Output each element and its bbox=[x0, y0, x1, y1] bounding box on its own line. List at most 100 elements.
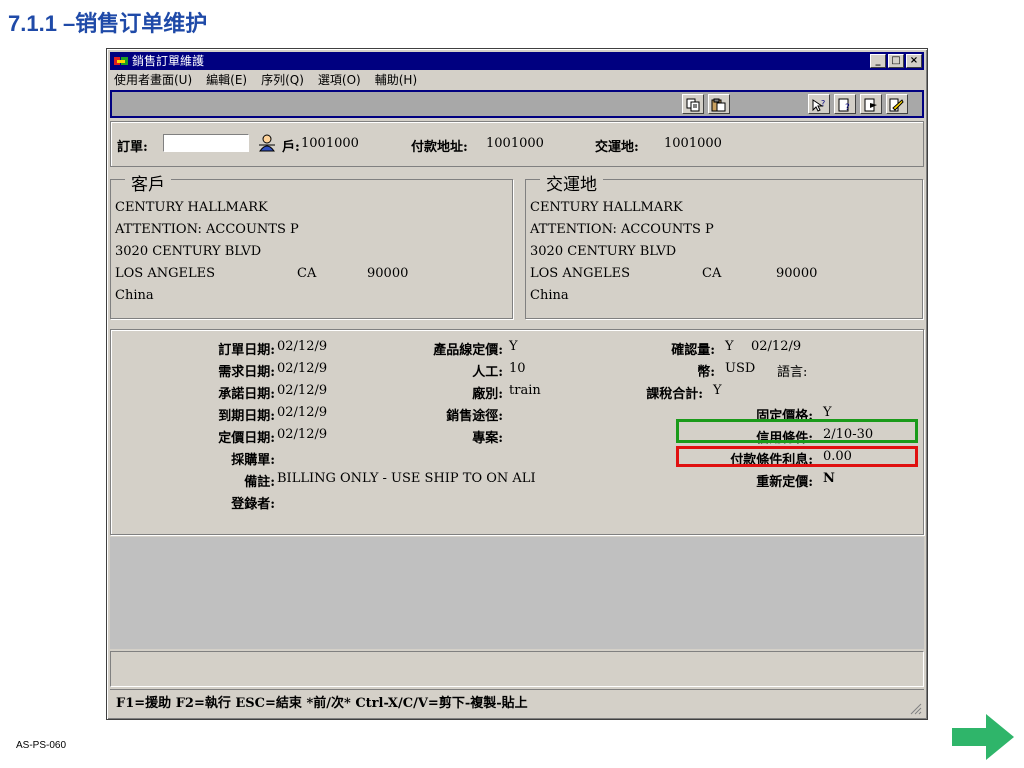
order-date-label: 訂單日期: bbox=[218, 343, 275, 358]
menu-sequence[interactable]: 序列(Q) bbox=[261, 71, 304, 89]
shipto-zip: 90000 bbox=[776, 266, 818, 281]
required-date-value: 02/12/9 bbox=[277, 361, 328, 376]
exit-icon bbox=[889, 98, 904, 112]
shipto-label: 交運地: bbox=[595, 140, 639, 155]
customer-attention: ATTENTION: ACCOUNTS P bbox=[115, 222, 299, 237]
shipto-legend: 交運地 bbox=[540, 170, 603, 195]
remarks-label: 備註: bbox=[244, 475, 275, 490]
remarks-value[interactable]: BILLING ONLY - USE SHIP TO ON ALI bbox=[277, 471, 536, 486]
site-value: train bbox=[509, 383, 541, 398]
customer-legend: 客戶 bbox=[125, 170, 171, 195]
shipto-country: China bbox=[530, 288, 569, 303]
customer-lookup-icon[interactable] bbox=[257, 133, 277, 153]
paste-icon bbox=[711, 98, 726, 112]
shipto-city: LOS ANGELES bbox=[530, 266, 630, 281]
entered-by-label: 登錄者: bbox=[231, 497, 275, 512]
resize-grip-icon[interactable] bbox=[908, 701, 922, 715]
reprice-label: 重新定價: bbox=[756, 475, 813, 490]
menu-user-screen[interactable]: 使用者畫面(U) bbox=[114, 71, 192, 89]
channel-label: 銷售途徑: bbox=[446, 409, 503, 424]
confirmed-label: 確認量: bbox=[671, 343, 715, 358]
customer-state: CA bbox=[297, 266, 317, 281]
tax-total-label: 課稅合計: bbox=[646, 387, 703, 402]
status-bar: F1=援助 F2=執行 ESC=結束 *前/次* Ctrl-X/C/V=剪下-複… bbox=[110, 689, 924, 717]
billto-label: 付款地址: bbox=[411, 140, 468, 155]
find-icon: ? bbox=[838, 98, 850, 112]
svg-text:?: ? bbox=[821, 99, 825, 108]
customer-name: CENTURY HALLMARK bbox=[115, 200, 268, 215]
help-button[interactable]: ? bbox=[808, 94, 830, 114]
currency-label: 幣: bbox=[697, 365, 715, 380]
finance-charges-highlight bbox=[676, 446, 918, 467]
menu-edit[interactable]: 編輯(E) bbox=[206, 71, 247, 89]
svg-text:?: ? bbox=[845, 103, 850, 112]
next-icon bbox=[864, 98, 877, 112]
purchase-order-label: 採購單: bbox=[231, 453, 275, 468]
order-number-input[interactable] bbox=[163, 134, 249, 152]
order-details-panel: 訂單日期: 02/12/9 需求日期: 02/12/9 承諾日期: 02/12/… bbox=[110, 329, 924, 535]
tax-total-value: Y bbox=[713, 383, 722, 398]
minimize-button[interactable]: _ bbox=[870, 54, 886, 68]
promise-date-label: 承諾日期: bbox=[218, 387, 275, 402]
copy-icon bbox=[686, 98, 700, 112]
menu-bar: 使用者畫面(U) 編輯(E) 序列(Q) 選項(O) 輔助(H) bbox=[110, 71, 924, 89]
window-titlebar[interactable]: 銷售訂單維護 _ □ × bbox=[110, 52, 924, 70]
confirmed-date: 02/12/9 bbox=[751, 339, 802, 354]
shipto-name: CENTURY HALLMARK bbox=[530, 200, 683, 215]
confirmed-value: Y bbox=[725, 339, 734, 354]
required-date-label: 需求日期: bbox=[218, 365, 275, 380]
customer-zip: 90000 bbox=[367, 266, 409, 281]
customer-country: China bbox=[115, 288, 154, 303]
status-text: F1=援助 F2=執行 ESC=結束 *前/次* Ctrl-X/C/V=剪下-複… bbox=[116, 696, 528, 711]
copy-button[interactable] bbox=[682, 94, 704, 114]
manual-value: 10 bbox=[509, 361, 526, 376]
project-label: 專案: bbox=[472, 431, 503, 446]
customer-street: 3020 CENTURY BLVD bbox=[115, 244, 262, 259]
order-label: 訂單: bbox=[117, 140, 148, 155]
shipto-street: 3020 CENTURY BLVD bbox=[530, 244, 677, 259]
customer-group: 客戶 CENTURY HALLMARK ATTENTION: ACCOUNTS … bbox=[110, 170, 513, 319]
close-button[interactable]: × bbox=[906, 54, 922, 68]
slide-title: 7.1.1 –销售订单维护 bbox=[8, 11, 208, 36]
order-header-row: 訂單: 戶: 1001000 付款地址: 1001000 交運地: 100100… bbox=[110, 121, 924, 167]
fixed-price-value: Y bbox=[823, 405, 832, 420]
customer-label: 戶: bbox=[282, 140, 300, 155]
next-slide-arrow-icon[interactable] bbox=[952, 714, 1014, 760]
pricing-date-value: 02/12/9 bbox=[277, 427, 328, 442]
line-items-area bbox=[110, 537, 924, 649]
exit-button[interactable] bbox=[886, 94, 908, 114]
slide-code: AS-PS-060 bbox=[16, 740, 67, 751]
due-date-value: 02/12/9 bbox=[277, 405, 328, 420]
customer-city: LOS ANGELES bbox=[115, 266, 215, 281]
credit-terms-highlight bbox=[676, 419, 918, 443]
shipto-group: 交運地 CENTURY HALLMARK ATTENTION: ACCOUNTS… bbox=[525, 170, 923, 319]
sales-order-window: 銷售訂單維護 _ □ × 使用者畫面(U) 編輯(E) 序列(Q) 選項(O) … bbox=[106, 48, 928, 720]
find-button[interactable]: ? bbox=[834, 94, 856, 114]
language-label: 語言: bbox=[777, 365, 808, 380]
manual-label: 人工: bbox=[472, 365, 503, 380]
order-date-value: 02/12/9 bbox=[277, 339, 328, 354]
customer-value: 1001000 bbox=[301, 136, 359, 151]
next-button[interactable] bbox=[860, 94, 882, 114]
message-bar bbox=[110, 651, 924, 687]
shipto-value: 1001000 bbox=[664, 136, 722, 151]
window-title: 銷售訂單維護 bbox=[132, 54, 205, 68]
maximize-button[interactable]: □ bbox=[888, 54, 904, 68]
reprice-value: N bbox=[823, 471, 835, 486]
menu-help[interactable]: 輔助(H) bbox=[375, 71, 417, 89]
pricing-date-label: 定價日期: bbox=[218, 431, 275, 446]
promise-date-value: 02/12/9 bbox=[277, 383, 328, 398]
line-pricing-label: 產品線定價: bbox=[433, 343, 503, 358]
billto-value: 1001000 bbox=[486, 136, 544, 151]
app-icon bbox=[114, 57, 128, 65]
help-icon: ? bbox=[812, 99, 825, 112]
menu-options[interactable]: 選項(O) bbox=[318, 71, 361, 89]
toolbar: ? ? bbox=[110, 90, 924, 118]
paste-button[interactable] bbox=[708, 94, 730, 114]
shipto-attention: ATTENTION: ACCOUNTS P bbox=[530, 222, 714, 237]
due-date-label: 到期日期: bbox=[218, 409, 275, 424]
site-label: 廠別: bbox=[472, 387, 503, 402]
currency-value: USD bbox=[725, 361, 756, 376]
line-pricing-value: Y bbox=[509, 339, 518, 354]
shipto-state: CA bbox=[702, 266, 722, 281]
